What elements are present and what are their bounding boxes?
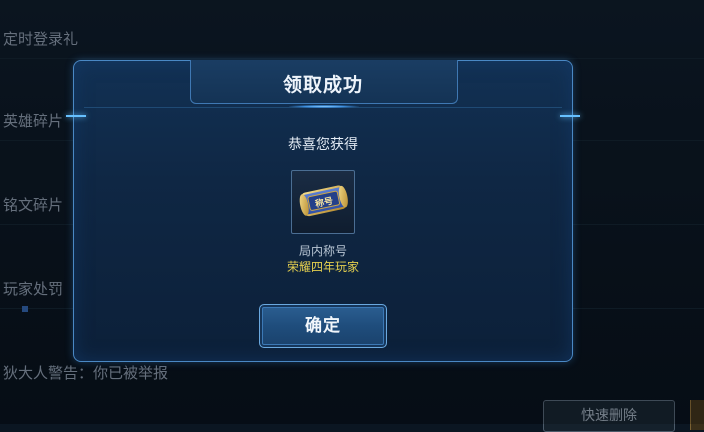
header-glow-accent [289, 105, 359, 108]
right-glow-accent [560, 115, 580, 117]
dialog-subtitle: 恭喜您获得 [288, 137, 358, 153]
reward-item-name: 局内称号 [298, 244, 347, 258]
left-glow-accent [66, 115, 86, 117]
scroll-title-icon: 称号 [299, 185, 348, 217]
reward-item-slot[interactable]: 称号 [291, 170, 355, 234]
reward-dialog: 领取成功 恭喜您获得 称号 局内称号 荣耀四年玩家 确定 [66, 60, 580, 362]
confirm-button[interactable]: 确定 [259, 304, 387, 348]
reward-item-title: 荣耀四年玩家 [286, 260, 359, 274]
dialog-title: 领取成功 [282, 74, 363, 96]
